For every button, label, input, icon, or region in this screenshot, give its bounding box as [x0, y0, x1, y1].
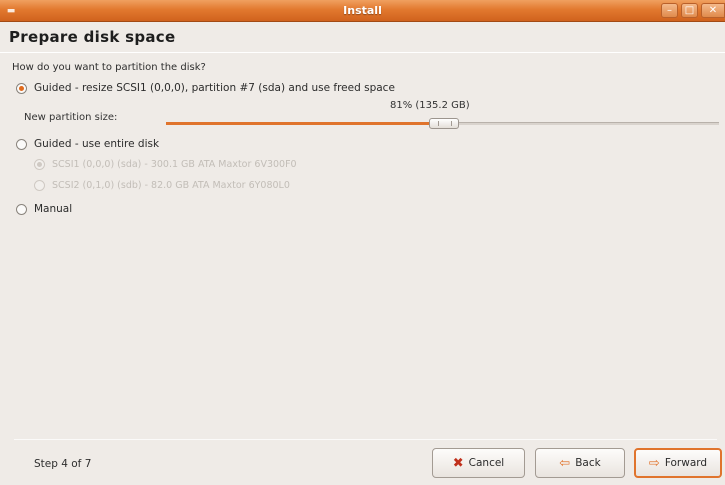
- title-divider: [0, 52, 725, 53]
- minimize-icon[interactable]: –: [661, 3, 678, 18]
- cancel-button[interactable]: ✖ Cancel: [432, 448, 525, 478]
- guided-resize-radio[interactable]: [16, 82, 27, 94]
- guided-resize-label: Guided - resize SCSI1 (0,0,0), partition…: [34, 82, 395, 94]
- forward-label: Forward: [664, 457, 708, 469]
- footer-divider: [14, 439, 717, 440]
- disk-option-sdb: SCSI2 (0,1,0) (sdb) - 82.0 GB ATA Maxtor…: [34, 180, 290, 191]
- guided-entire-radio[interactable]: [16, 138, 27, 150]
- close-icon[interactable]: ✕: [701, 3, 725, 18]
- partition-question: How do you want to partition the disk?: [12, 62, 206, 73]
- disk-sda-radio: [34, 159, 45, 170]
- option-guided-resize[interactable]: Guided - resize SCSI1 (0,0,0), partition…: [16, 82, 395, 94]
- partition-size-label: New partition size:: [24, 112, 118, 123]
- partition-size-value: 81% (135.2 GB): [390, 100, 470, 111]
- manual-radio[interactable]: [16, 203, 27, 215]
- disk-option-sda: SCSI1 (0,0,0) (sda) - 300.1 GB ATA Maxto…: [34, 159, 297, 170]
- disk-sdb-radio: [34, 180, 45, 191]
- disk-sda-label: SCSI1 (0,0,0) (sda) - 300.1 GB ATA Maxto…: [52, 159, 297, 170]
- slider-handle[interactable]: [429, 118, 459, 129]
- forward-button[interactable]: ⇨ Forward: [634, 448, 722, 478]
- back-arrow-icon: ⇦: [559, 455, 571, 471]
- page-title: Prepare disk space: [9, 28, 176, 46]
- back-label: Back: [575, 457, 601, 469]
- disk-sdb-label: SCSI2 (0,1,0) (sdb) - 82.0 GB ATA Maxtor…: [52, 180, 290, 191]
- installer-window: Prepare disk space How do you want to pa…: [0, 22, 725, 485]
- slider-fill: [166, 122, 444, 125]
- cancel-icon: ✖: [452, 455, 464, 471]
- window-titlebar[interactable]: ▬ Install – □ ✕: [0, 0, 725, 22]
- option-guided-entire[interactable]: Guided - use entire disk: [16, 138, 159, 150]
- window-title: Install: [343, 4, 382, 17]
- maximize-icon[interactable]: □: [681, 3, 698, 18]
- step-indicator: Step 4 of 7: [34, 458, 92, 470]
- option-manual[interactable]: Manual: [16, 203, 72, 215]
- forward-arrow-icon: ⇨: [648, 455, 660, 471]
- back-button[interactable]: ⇦ Back: [535, 448, 625, 478]
- guided-entire-label: Guided - use entire disk: [34, 138, 160, 150]
- cancel-label: Cancel: [468, 457, 505, 469]
- manual-label: Manual: [34, 203, 73, 215]
